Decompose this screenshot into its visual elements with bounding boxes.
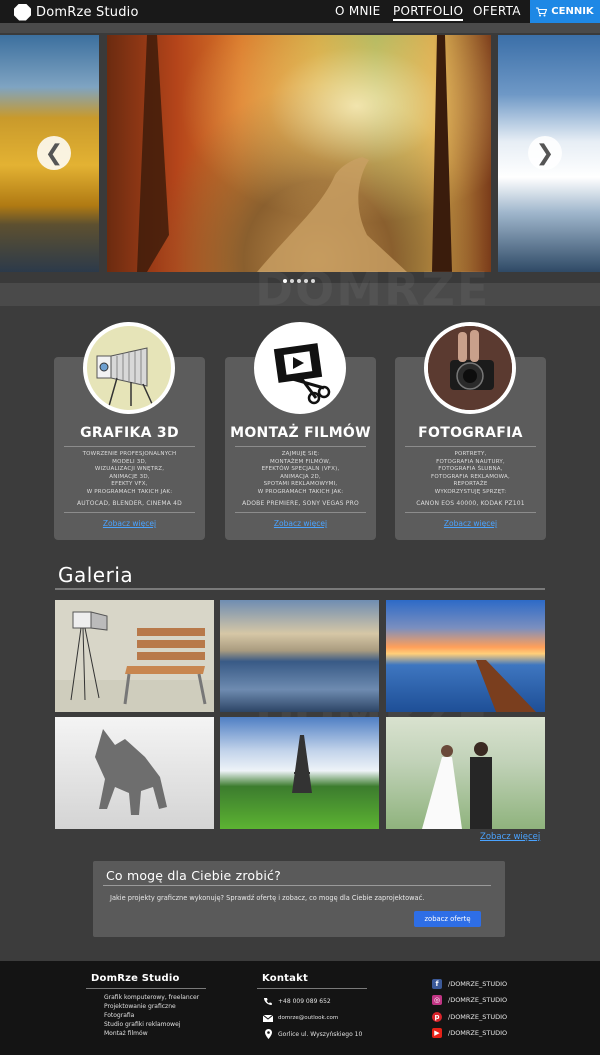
service-description: PORTRETY, FOTOGRAFIA NAUTURY, FOTOGRAFIA Ś… bbox=[431, 451, 510, 495]
service-description: TOWRZENIE PROFESJONALNYCH MODELI 3D, WIZUA… bbox=[82, 451, 177, 495]
divider bbox=[257, 988, 367, 989]
divider bbox=[405, 512, 536, 513]
service-description: ZAJMUJĘ SIĘ: MONTAŻEM FILMÓW, EFEKTÓW SPEC… bbox=[257, 451, 344, 495]
footer-item: Montaż filmów bbox=[104, 1030, 148, 1037]
divider bbox=[235, 446, 366, 447]
service-title: GRAFIKA 3D bbox=[80, 425, 179, 441]
divider bbox=[64, 512, 195, 513]
film-edit-icon bbox=[254, 322, 346, 414]
carousel-prev-arrow[interactable]: ❮ bbox=[37, 136, 71, 170]
autumn-road-illustration bbox=[137, 35, 452, 272]
navbar: DomRze Studio O MNIE PORTFOLIO OFERTA CE… bbox=[0, 0, 600, 23]
footer-contact-title: Kontakt bbox=[262, 973, 308, 984]
cta-box: Co mogę dla Ciebie zrobić? Jakie projekt… bbox=[93, 861, 505, 937]
phone-icon bbox=[264, 998, 272, 1005]
nav-link-portfolio[interactable]: PORTFOLIO bbox=[393, 4, 464, 21]
divider bbox=[235, 512, 366, 513]
service-tools: CANON EOS 40000, KODAK PZ101 bbox=[416, 500, 525, 507]
gallery-image-creature[interactable] bbox=[55, 717, 214, 829]
facebook-icon: f bbox=[432, 979, 442, 989]
social-youtube[interactable]: ▶ /DOMRZE_STUDIO bbox=[432, 1028, 507, 1038]
divider bbox=[64, 446, 195, 447]
youtube-icon: ▶ bbox=[432, 1028, 442, 1038]
gallery-image-city[interactable] bbox=[220, 600, 379, 712]
footer-phone[interactable]: +48 009 089 652 bbox=[278, 998, 331, 1005]
social-handle: /DOMRZE_STUDIO bbox=[448, 980, 508, 988]
cta-text: Jakie projekty graficzne wykonuję? Spraw… bbox=[110, 894, 425, 902]
service-title: MONTAŻ FILMÓW bbox=[230, 425, 371, 441]
footer-item: Projektowanie graficzne bbox=[104, 1003, 176, 1010]
footer-item: Grafik komputerowy, freelancer bbox=[104, 994, 200, 1001]
cennik-label: CENNIK bbox=[551, 6, 594, 17]
instagram-icon: ◎ bbox=[432, 995, 442, 1005]
chevron-right-icon: ❯ bbox=[535, 140, 555, 166]
gallery-image-eiffel[interactable] bbox=[220, 717, 379, 829]
service-tools: AUTOCAD, BLENDER, CINEMA 4D bbox=[76, 500, 182, 507]
social-handle: /DOMRZE_STUDIO bbox=[448, 1029, 508, 1037]
location-pin-icon bbox=[265, 1029, 272, 1039]
footer-item: Studio grafiki reklamowej bbox=[104, 1021, 181, 1028]
divider bbox=[405, 446, 536, 447]
footer-item: Fotografia bbox=[104, 1012, 135, 1019]
social-pinterest[interactable]: p /DOMRZE_STUDIO bbox=[432, 1012, 507, 1022]
brand-logo-icon bbox=[14, 3, 31, 21]
gallery-divider bbox=[55, 588, 545, 590]
social-handle: /DOMRZE_STUDIO bbox=[448, 996, 508, 1004]
footer-studio-title: DomRze Studio bbox=[91, 973, 180, 984]
mail-icon bbox=[263, 1015, 273, 1022]
social-instagram[interactable]: ◎ /DOMRZE_STUDIO bbox=[432, 995, 507, 1005]
cta-divider bbox=[103, 885, 491, 886]
nav-link-o-mnie[interactable]: O MNIE bbox=[335, 4, 381, 18]
gallery-image-pier[interactable] bbox=[386, 600, 545, 712]
social-handle: /DOMRZE_STUDIO bbox=[448, 1013, 508, 1021]
gallery-title: Galeria bbox=[58, 563, 134, 587]
footer-email[interactable]: domrze@outlook.com bbox=[278, 1015, 338, 1021]
photo-camera-icon bbox=[424, 322, 516, 414]
footer: DomRze Studio Grafik komputerowy, freela… bbox=[0, 961, 600, 1055]
brand[interactable]: DomRze Studio bbox=[14, 3, 139, 21]
brand-name: DomRze Studio bbox=[36, 4, 139, 20]
carousel-next-arrow[interactable]: ❯ bbox=[528, 136, 562, 170]
cta-title: Co mogę dla Ciebie zrobić? bbox=[106, 868, 281, 883]
slide-main-image bbox=[107, 35, 491, 272]
cta-button[interactable]: zobacz ofertę bbox=[414, 911, 481, 927]
service-tools: ADOBE PREMIERE, SONY VEGAS PRO bbox=[242, 500, 359, 507]
service-more-link[interactable]: Zobacz więcej bbox=[225, 519, 376, 528]
social-facebook[interactable]: f /DOMRZE_STUDIO bbox=[432, 979, 507, 989]
gallery-more-link[interactable]: Zobacz więcej bbox=[480, 832, 540, 842]
camera-3d-icon bbox=[83, 322, 175, 414]
chevron-left-icon: ❮ bbox=[44, 140, 64, 166]
nav-link-oferta[interactable]: OFERTA bbox=[473, 4, 521, 18]
gallery-image-furniture[interactable] bbox=[55, 600, 214, 712]
service-title: FOTOGRAFIA bbox=[418, 425, 523, 441]
gallery-image-wedding[interactable] bbox=[386, 717, 545, 829]
service-more-link[interactable]: Zobacz więcej bbox=[54, 519, 205, 528]
cennik-button[interactable]: CENNIK bbox=[530, 0, 600, 23]
pinterest-icon: p bbox=[432, 1012, 442, 1022]
footer-address: Gorlice ul. Wyszyńskiego 10 bbox=[278, 1031, 363, 1038]
divider bbox=[86, 988, 206, 989]
watermark-text: DOMRZE bbox=[255, 262, 491, 316]
service-more-link[interactable]: Zobacz więcej bbox=[395, 519, 546, 528]
cart-icon bbox=[536, 6, 548, 16]
